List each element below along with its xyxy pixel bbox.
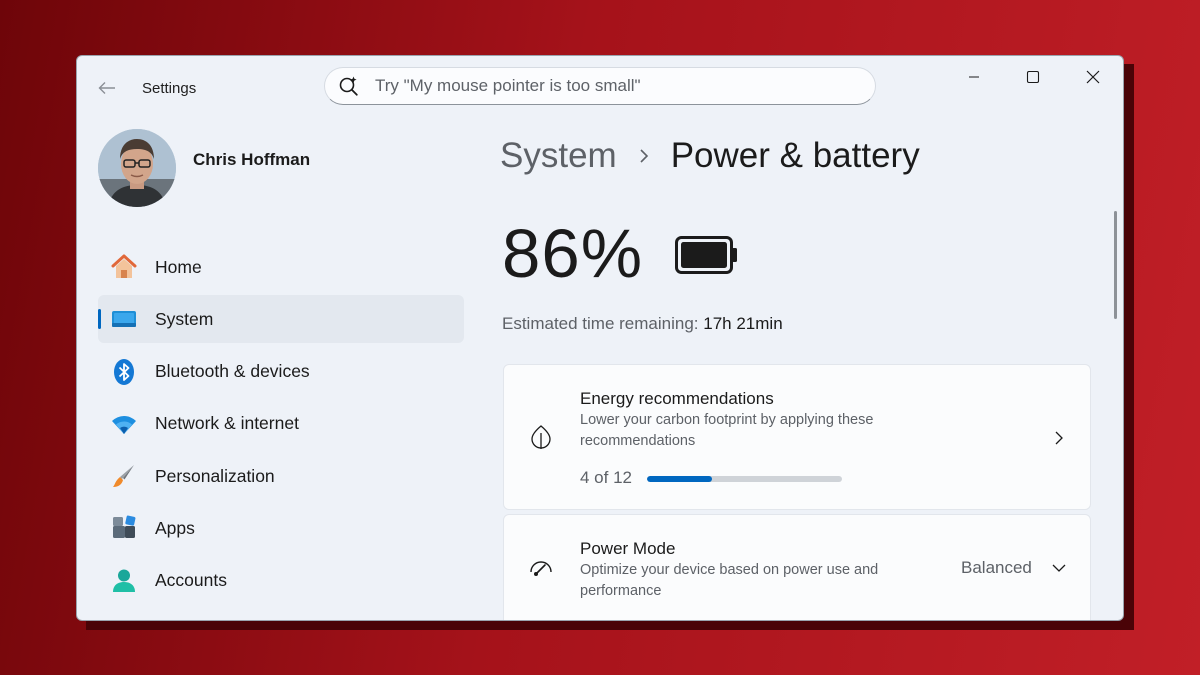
battery-percentage: 86% [502, 215, 644, 292]
settings-window: Settings Try "My mouse pointer is too sm… [76, 55, 1124, 621]
battery-icon [675, 236, 739, 279]
recommendations-progress-bar [647, 476, 842, 482]
accounts-icon [110, 567, 138, 595]
sidebar-item-bluetooth[interactable]: Bluetooth & devices [98, 348, 464, 396]
copilot-search-icon [338, 75, 360, 97]
wifi-icon [110, 410, 138, 438]
minimize-icon [969, 76, 979, 78]
close-icon [1086, 70, 1100, 84]
back-arrow-icon [98, 82, 115, 94]
avatar-photo-icon [98, 129, 176, 207]
energy-card-description: Lower your carbon footprint by applying … [580, 412, 874, 449]
page-title: Power & battery [670, 136, 920, 175]
leaf-icon [528, 424, 554, 450]
progress-fill [647, 476, 712, 482]
close-button[interactable] [1071, 64, 1115, 90]
chevron-right-icon [637, 147, 651, 165]
vertical-scrollbar[interactable] [1114, 211, 1117, 319]
sidebar-item-personalization[interactable]: Personalization [98, 452, 464, 500]
estimated-time-label: Estimated time remaining: [502, 314, 699, 333]
breadcrumb: System Power & battery [500, 131, 920, 181]
gauge-icon [528, 554, 554, 580]
power-mode-card[interactable]: Power Mode Optimize your device based on… [503, 514, 1091, 620]
chevron-right-icon [1049, 428, 1069, 448]
search-input[interactable] [373, 75, 857, 97]
sidebar-item-label: Network & internet [155, 413, 299, 434]
brush-icon [110, 462, 138, 490]
sidebar-item-label: Home [155, 256, 202, 277]
chevron-down-icon[interactable] [1049, 558, 1069, 578]
avatar[interactable] [98, 129, 176, 207]
sidebar-item-apps[interactable]: Apps [98, 504, 464, 552]
sidebar-item-home[interactable]: Home [98, 243, 464, 291]
app-title: Settings [142, 80, 197, 97]
energy-card-title: Energy recommendations [580, 389, 774, 408]
estimated-time-value: 17h 21min [703, 314, 783, 333]
sidebar-item-label: Personalization [155, 465, 275, 486]
user-name: Chris Hoffman [193, 150, 311, 169]
sidebar-item-label: System [155, 308, 214, 329]
sidebar-nav: Home System Bluetooth & devices Network … [98, 243, 464, 609]
recommendations-progress-label: 4 of 12 [580, 468, 632, 487]
apps-icon [110, 514, 138, 542]
system-icon [110, 305, 138, 333]
power-mode-select[interactable]: Balanced [961, 558, 1032, 578]
power-mode-description: Optimize your device based on power use … [580, 562, 879, 599]
breadcrumb-parent[interactable]: System [500, 136, 617, 176]
sidebar-item-accounts[interactable]: Accounts [98, 557, 464, 605]
maximize-icon [1026, 70, 1040, 84]
energy-recommendations-card[interactable]: Energy recommendations Lower your carbon… [503, 364, 1091, 510]
sidebar-item-system[interactable]: System [98, 295, 464, 344]
power-mode-title: Power Mode [580, 539, 676, 558]
home-icon [110, 253, 138, 281]
sidebar-item-label: Apps [155, 517, 195, 538]
sidebar-item-label: Accounts [155, 570, 227, 591]
minimize-button[interactable] [952, 64, 996, 90]
battery-fill [681, 242, 727, 268]
sidebar-item-label: Bluetooth & devices [155, 361, 310, 382]
search-box[interactable] [324, 67, 876, 105]
sidebar-item-network[interactable]: Network & internet [98, 400, 464, 448]
bluetooth-icon [110, 358, 138, 386]
title-bar: Settings [77, 56, 1123, 120]
back-button[interactable] [95, 76, 119, 100]
maximize-button[interactable] [1011, 64, 1055, 90]
estimated-time: Estimated time remaining: 17h 21min [502, 314, 783, 334]
